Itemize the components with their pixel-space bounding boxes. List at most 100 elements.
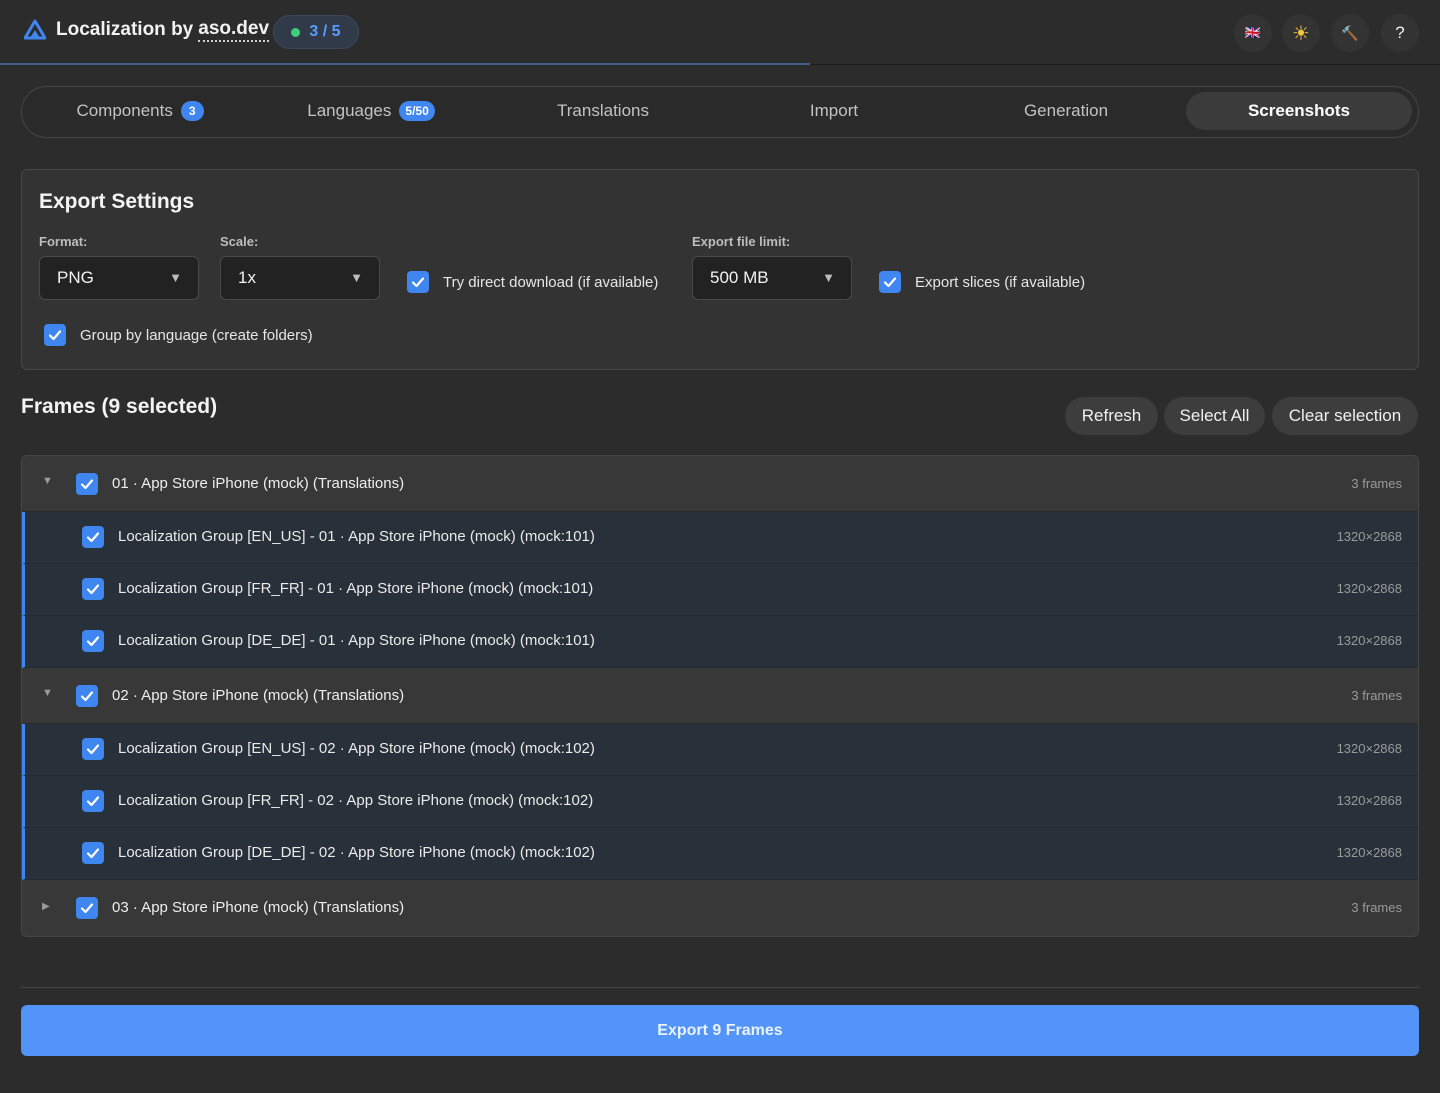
frame-row[interactable]: Localization Group [DE_DE] - 01 · App St… bbox=[22, 616, 1418, 668]
group-by-language-label: Group by language (create folders) bbox=[80, 327, 313, 344]
top-bar: Localization by aso.dev 3 / 5 🇬🇧 ☀ 🔨 ? bbox=[0, 0, 1440, 65]
app-logo-icon bbox=[24, 19, 46, 40]
components-count-badge: 3 bbox=[180, 101, 204, 121]
group-label: 03 · App Store iPhone (mock) (Translatio… bbox=[112, 899, 405, 916]
chevron-down-icon: ▼ bbox=[169, 270, 182, 285]
tab-languages[interactable]: Languages 5/50 bbox=[258, 92, 484, 130]
scale-select[interactable]: 1x ▼ bbox=[220, 256, 380, 300]
theme-toggle-button[interactable]: ☀ bbox=[1282, 14, 1320, 52]
collapse-caret-icon[interactable]: ▼ bbox=[42, 475, 53, 487]
checkmark-icon bbox=[86, 532, 100, 543]
scale-label: Scale: bbox=[220, 234, 259, 249]
group-checkbox[interactable] bbox=[76, 897, 98, 919]
hammer-icon: 🔨 bbox=[1341, 24, 1359, 41]
collapse-caret-icon[interactable]: ▼ bbox=[42, 687, 53, 699]
checkmark-icon bbox=[86, 744, 100, 755]
expand-caret-icon[interactable]: ▶ bbox=[42, 901, 50, 912]
format-value: PNG bbox=[57, 268, 94, 287]
export-frames-button[interactable]: Export 9 Frames bbox=[21, 1005, 1419, 1056]
frames-list: ▼ 01 · App Store iPhone (mock) (Translat… bbox=[21, 455, 1419, 937]
frame-checkbox[interactable] bbox=[82, 790, 104, 812]
tab-label: Screenshots bbox=[1247, 101, 1351, 120]
frame-row[interactable]: Localization Group [FR_FR] - 01 · App St… bbox=[22, 564, 1418, 616]
frame-label: Localization Group [DE_DE] - 01 · App St… bbox=[118, 632, 595, 649]
group-checkbox[interactable] bbox=[76, 473, 98, 495]
select-all-button[interactable]: Select All bbox=[1164, 397, 1265, 435]
export-slices-checkbox[interactable] bbox=[879, 271, 901, 293]
step-count: 3 / 5 bbox=[309, 23, 341, 40]
group-checkbox[interactable] bbox=[76, 685, 98, 707]
sun-icon: ☀ bbox=[1292, 22, 1310, 45]
language-button[interactable]: 🇬🇧 bbox=[1234, 14, 1272, 52]
checkmark-icon bbox=[86, 796, 100, 807]
frame-group-row[interactable]: ▶ 03 · App Store iPhone (mock) (Translat… bbox=[22, 880, 1418, 936]
tab-label: Languages bbox=[307, 101, 392, 120]
export-settings-panel: Export Settings Format: PNG ▼ Scale: 1x … bbox=[21, 169, 1419, 370]
frame-checkbox[interactable] bbox=[82, 738, 104, 760]
step-indicator: 3 / 5 bbox=[273, 15, 359, 49]
help-button[interactable]: ? bbox=[1381, 14, 1419, 52]
checkmark-icon bbox=[80, 691, 94, 702]
help-icon: ? bbox=[1395, 23, 1405, 42]
format-select[interactable]: PNG ▼ bbox=[39, 256, 199, 300]
frame-row[interactable]: Localization Group [FR_FR] - 02 · App St… bbox=[22, 776, 1418, 828]
main-tabs: Components 3 Languages 5/50 Translations… bbox=[21, 86, 1419, 138]
tab-import[interactable]: Import bbox=[721, 92, 947, 130]
frame-group-row[interactable]: ▼ 02 · App Store iPhone (mock) (Translat… bbox=[22, 668, 1418, 724]
footer-divider bbox=[21, 987, 1419, 988]
group-by-language-checkbox[interactable] bbox=[44, 324, 66, 346]
frame-label: Localization Group [DE_DE] - 02 · App St… bbox=[118, 844, 595, 861]
brand: Localization by aso.dev bbox=[24, 18, 270, 42]
frames-title: Frames (9 selected) bbox=[21, 395, 218, 418]
frame-size: 1320×2868 bbox=[1336, 845, 1402, 860]
frame-label: Localization Group [FR_FR] - 01 · App St… bbox=[118, 580, 594, 597]
uk-flag-icon: 🇬🇧 bbox=[1244, 25, 1262, 40]
frame-size: 1320×2868 bbox=[1336, 793, 1402, 808]
group-label: 01 · App Store iPhone (mock) (Translatio… bbox=[112, 475, 405, 492]
frame-checkbox[interactable] bbox=[82, 578, 104, 600]
languages-count-badge: 5/50 bbox=[399, 101, 435, 121]
frame-checkbox[interactable] bbox=[82, 630, 104, 652]
tab-label: Import bbox=[809, 101, 859, 120]
tab-translations[interactable]: Translations bbox=[490, 92, 716, 130]
scale-value: 1x bbox=[238, 268, 256, 287]
frame-checkbox[interactable] bbox=[82, 842, 104, 864]
tab-label: Generation bbox=[1023, 101, 1109, 120]
frame-size: 1320×2868 bbox=[1336, 529, 1402, 544]
frame-size: 1320×2868 bbox=[1336, 741, 1402, 756]
direct-download-label: Try direct download (if available) bbox=[443, 274, 659, 291]
export-settings-title: Export Settings bbox=[39, 190, 195, 213]
file-limit-select[interactable]: 500 MB ▼ bbox=[692, 256, 852, 300]
tab-components[interactable]: Components 3 bbox=[27, 92, 253, 130]
group-frame-count: 3 frames bbox=[1351, 900, 1402, 915]
frame-row[interactable]: Localization Group [DE_DE] - 02 · App St… bbox=[22, 828, 1418, 880]
checkmark-icon bbox=[883, 277, 897, 288]
frame-size: 1320×2868 bbox=[1336, 581, 1402, 596]
file-limit-label: Export file limit: bbox=[692, 234, 791, 249]
tools-button[interactable]: 🔨 bbox=[1331, 14, 1369, 52]
checkmark-icon bbox=[411, 277, 425, 288]
aso-dev-link[interactable]: aso.dev bbox=[198, 18, 270, 42]
export-slices-label: Export slices (if available) bbox=[915, 274, 1086, 291]
group-frame-count: 3 frames bbox=[1351, 688, 1402, 703]
frame-label: Localization Group [FR_FR] - 02 · App St… bbox=[118, 792, 594, 809]
checkmark-icon bbox=[86, 848, 100, 859]
frame-row[interactable]: Localization Group [EN_US] - 01 · App St… bbox=[22, 512, 1418, 564]
checkmark-icon bbox=[80, 903, 94, 914]
refresh-button[interactable]: Refresh bbox=[1065, 397, 1158, 435]
frame-row[interactable]: Localization Group [EN_US] - 02 · App St… bbox=[22, 724, 1418, 776]
direct-download-checkbox[interactable] bbox=[407, 271, 429, 293]
clear-selection-button[interactable]: Clear selection bbox=[1272, 397, 1418, 435]
checkmark-icon bbox=[86, 584, 100, 595]
tab-screenshots[interactable]: Screenshots bbox=[1186, 92, 1412, 130]
tab-label: Translations bbox=[557, 101, 649, 120]
checkmark-icon bbox=[86, 636, 100, 647]
tab-generation[interactable]: Generation bbox=[953, 92, 1179, 130]
tab-label: Components bbox=[76, 101, 173, 120]
frame-group-row[interactable]: ▼ 01 · App Store iPhone (mock) (Translat… bbox=[22, 456, 1418, 512]
frame-label: Localization Group [EN_US] - 02 · App St… bbox=[118, 740, 595, 757]
frame-label: Localization Group [EN_US] - 01 · App St… bbox=[118, 528, 595, 545]
chevron-down-icon: ▼ bbox=[822, 270, 835, 285]
group-label: 02 · App Store iPhone (mock) (Translatio… bbox=[112, 687, 405, 704]
frame-checkbox[interactable] bbox=[82, 526, 104, 548]
